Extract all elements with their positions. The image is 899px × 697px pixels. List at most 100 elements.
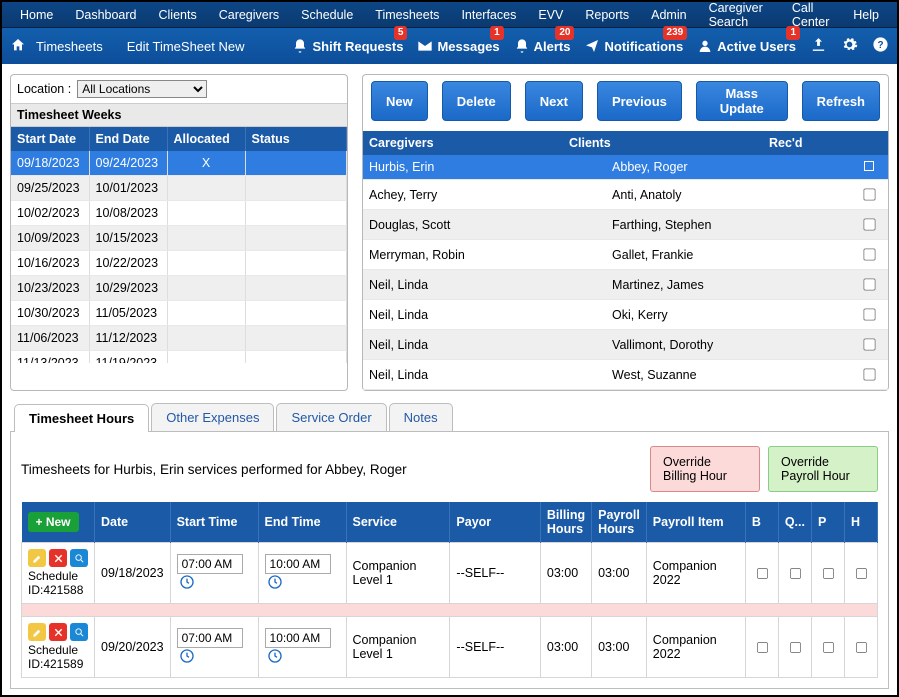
recd-checkbox[interactable] [863,218,875,230]
tab-notes[interactable]: Notes [389,403,453,431]
nav-evv[interactable]: EVV [528,4,573,26]
nav-clients[interactable]: Clients [149,4,207,26]
nav-caregivers[interactable]: Caregivers [209,4,289,26]
recd-checkbox[interactable] [864,161,874,171]
notifications[interactable]: Notifications 239 [584,38,683,54]
q-checkbox[interactable] [790,567,801,578]
col-start-time[interactable]: Start Time [170,502,258,543]
home-icon[interactable] [10,37,26,56]
caregiver-row[interactable]: Hurbis, ErinAbbey, Roger [363,155,888,180]
col-start-date[interactable]: Start Date [11,127,89,151]
previous-button[interactable]: Previous [597,81,682,121]
col-billing-hours[interactable]: Billing Hours [540,502,591,543]
recd-checkbox[interactable] [863,278,875,290]
b-checkbox[interactable] [757,567,768,578]
p-checkbox[interactable] [823,567,834,578]
search-icon[interactable] [70,623,88,641]
col-payor[interactable]: Payor [450,502,541,543]
recd-checkbox[interactable] [863,248,875,260]
week-row[interactable]: 10/09/202310/15/2023 [11,226,347,251]
week-row[interactable]: 10/23/202310/29/2023 [11,276,347,301]
col-q[interactable]: Q... [778,502,811,543]
recd-checkbox[interactable] [863,338,875,350]
clock-icon[interactable] [179,574,195,593]
start-time-input[interactable] [177,628,243,648]
col-recd[interactable]: Rec'd [763,131,888,155]
nav-interfaces[interactable]: Interfaces [451,4,526,26]
delete-icon[interactable] [49,623,67,641]
week-row[interactable]: 09/25/202310/01/2023 [11,176,347,201]
h-checkbox[interactable] [856,567,867,578]
col-b[interactable]: B [745,502,778,543]
messages[interactable]: Messages 1 [417,38,499,54]
col-end-time[interactable]: End Time [258,502,346,543]
tab-other-expenses[interactable]: Other Expenses [151,403,274,431]
week-row[interactable]: 10/30/202311/05/2023 [11,301,347,326]
active-users[interactable]: Active Users 1 [697,38,796,54]
clock-icon[interactable] [267,648,283,667]
alerts[interactable]: Alerts 20 [514,38,571,54]
add-timesheet-button[interactable]: New [28,512,79,532]
col-date[interactable]: Date [95,502,171,543]
nav-timesheets[interactable]: Timesheets [365,4,449,26]
caregiver-row[interactable]: Neil, LindaVallimont, Dorothy [363,330,888,360]
delete-icon[interactable] [49,549,67,567]
recd-checkbox[interactable] [863,308,875,320]
end-time-input[interactable] [265,628,331,648]
end-time-input[interactable] [265,554,331,574]
week-row[interactable]: 11/06/202311/12/2023 [11,326,347,351]
tab-timesheet-hours[interactable]: Timesheet Hours [14,404,149,432]
week-row[interactable]: 10/16/202310/22/2023 [11,251,347,276]
nav-dashboard[interactable]: Dashboard [65,4,146,26]
help-icon[interactable]: ? [872,36,889,56]
caregiver-row[interactable]: Douglas, ScottFarthing, Stephen [363,210,888,240]
q-checkbox[interactable] [790,641,801,652]
col-status[interactable]: Status [245,127,347,151]
caregiver-row[interactable]: Achey, TerryAnti, Anatoly [363,180,888,210]
col-clients[interactable]: Clients [563,131,763,155]
location-select[interactable]: All Locations [77,80,207,98]
col-caregivers[interactable]: Caregivers [363,131,563,155]
breadcrumb-timesheets[interactable]: Timesheets [36,39,103,54]
tab-service-order[interactable]: Service Order [276,403,386,431]
caregiver-row[interactable]: Merryman, RobinGallet, Frankie [363,240,888,270]
col-end-date[interactable]: End Date [89,127,167,151]
recd-checkbox[interactable] [863,188,875,200]
col-allocated[interactable]: Allocated [167,127,245,151]
nav-caregiver-search[interactable]: Caregiver Search [699,0,780,33]
upload-icon[interactable] [810,36,827,56]
caregiver-row[interactable]: Neil, LindaWest, Suzanne [363,360,888,390]
h-checkbox[interactable] [856,641,867,652]
clock-icon[interactable] [179,648,195,667]
mass-update-button[interactable]: Mass Update [696,81,788,121]
shift-requests[interactable]: Shift Requests 5 [292,38,403,54]
col-payroll-hours[interactable]: Payroll Hours [592,502,647,543]
next-button[interactable]: Next [525,81,583,121]
nav-reports[interactable]: Reports [575,4,639,26]
delete-button[interactable]: Delete [442,81,511,121]
nav-schedule[interactable]: Schedule [291,4,363,26]
week-row[interactable]: 10/02/202310/08/2023 [11,201,347,226]
caregiver-row[interactable]: Neil, LindaOki, Kerry [363,300,888,330]
breadcrumb-edit[interactable]: Edit TimeSheet New [127,39,245,54]
b-checkbox[interactable] [757,641,768,652]
nav-home[interactable]: Home [10,4,63,26]
col-h[interactable]: H [844,502,877,543]
col-service[interactable]: Service [346,502,450,543]
col-p[interactable]: P [811,502,844,543]
search-icon[interactable] [70,549,88,567]
edit-icon[interactable] [28,623,46,641]
week-row[interactable]: 09/18/202309/24/2023X [11,151,347,176]
caregiver-row[interactable]: Neil, LindaMartinez, James [363,270,888,300]
nav-admin[interactable]: Admin [641,4,696,26]
col-payroll-item[interactable]: Payroll Item [646,502,745,543]
week-row[interactable]: 11/13/202311/19/2023 [11,351,347,364]
p-checkbox[interactable] [823,641,834,652]
recd-checkbox[interactable] [863,368,875,380]
refresh-button[interactable]: Refresh [802,81,880,121]
clock-icon[interactable] [267,574,283,593]
start-time-input[interactable] [177,554,243,574]
edit-icon[interactable] [28,549,46,567]
nav-help[interactable]: Help [843,4,889,26]
new-button[interactable]: New [371,81,428,121]
